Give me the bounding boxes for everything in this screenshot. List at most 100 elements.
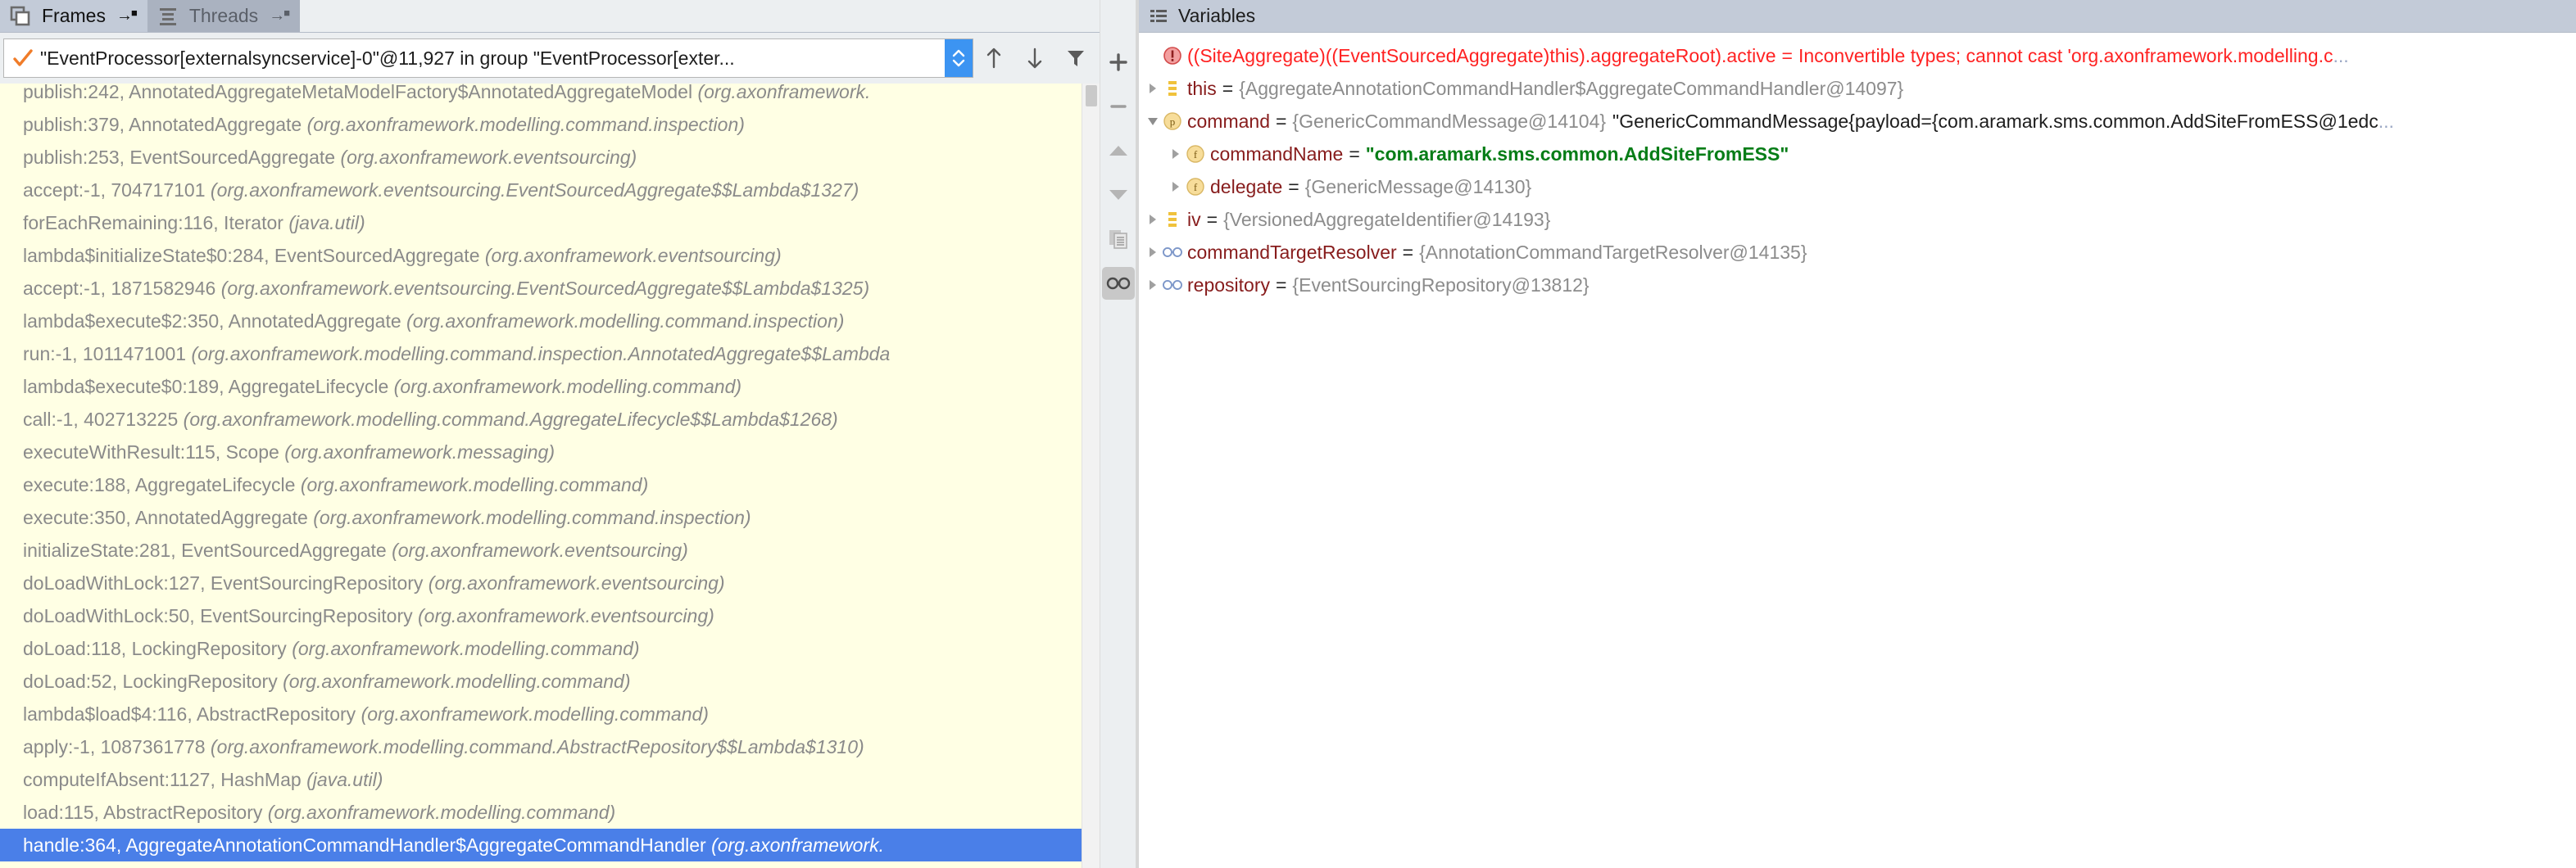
frame-row[interactable]: computeIfAbsent:1127, HashMap (java.util… — [0, 763, 1082, 796]
frame-row[interactable]: execute:188, AggregateLifecycle (org.axo… — [0, 468, 1082, 501]
frames-list[interactable]: publish:242, AnnotatedAggregateMetaModel… — [0, 84, 1082, 868]
frame-method: handle:364, AggregateAnnotationCommandHa… — [23, 834, 712, 856]
frame-row[interactable]: publish:242, AnnotatedAggregateMetaModel… — [0, 84, 1082, 108]
variable-name: repository — [1187, 274, 1270, 296]
variable-name: command — [1187, 111, 1270, 132]
frame-row[interactable]: forEachRemaining:116, Iterator (java.uti… — [0, 206, 1082, 239]
frame-package: (org.axonframework.modelling.command.ins… — [306, 114, 745, 135]
frame-method: load:115, AbstractRepository — [23, 802, 268, 823]
error-message: Inconvertible types; cannot cast 'org.ax… — [1798, 45, 2333, 66]
variable-row-error[interactable]: ((SiteAggregate)((EventSourcedAggregate)… — [1139, 39, 2576, 72]
frame-method: call:-1, 402713225 — [23, 409, 184, 430]
variable-row[interactable]: p command = {GenericCommandMessage@14104} "G… — [1139, 105, 2576, 138]
error-expression: ((SiteAggregate)((EventSourcedAggregate)… — [1187, 45, 1776, 66]
move-watch-up-button[interactable] — [1102, 134, 1135, 167]
move-down-button[interactable] — [1014, 38, 1055, 79]
frame-method: lambda$execute$0:189, AggregateLifecycle — [23, 376, 394, 397]
remove-watch-button[interactable] — [1102, 90, 1135, 123]
frame-method: doLoadWithLock:50, EventSourcingReposito… — [23, 605, 419, 626]
variables-tree[interactable]: ((SiteAggregate)((EventSourcedAggregate)… — [1139, 33, 2576, 868]
chevron-right-icon[interactable] — [1167, 138, 1185, 170]
chevron-updown-icon[interactable] — [945, 39, 973, 77]
frame-row[interactable]: executeWithResult:115, Scope (org.axonfr… — [0, 436, 1082, 468]
toggle-watches-button[interactable] — [1101, 267, 1135, 300]
frame-row[interactable]: doLoad:52, LockingRepository (org.axonfr… — [0, 665, 1082, 698]
tab-frames-pin-icon[interactable]: →■ — [116, 7, 138, 25]
frame-row[interactable]: publish:379, AnnotatedAggregate (org.axo… — [0, 108, 1082, 141]
frame-row[interactable]: initializeState:281, EventSourcedAggrega… — [0, 534, 1082, 567]
tab-strip-filler — [300, 0, 1100, 32]
variable-row[interactable]: this = {AggregateAnnotationCommandHandler$… — [1139, 72, 2576, 105]
frame-row[interactable]: execute:350, AnnotatedAggregate (org.axo… — [0, 501, 1082, 534]
frame-row[interactable]: lambda$load$4:116, AbstractRepository (o… — [0, 698, 1082, 730]
filter-button[interactable] — [1055, 38, 1096, 79]
variable-row[interactable]: f delegate = {GenericMessage@14130} — [1139, 170, 2576, 203]
frame-method: forEachRemaining:116, Iterator — [23, 212, 289, 233]
tab-frames[interactable]: Frames →■ — [0, 0, 147, 32]
frame-package: (java.util) — [306, 769, 383, 790]
frame-row-selected[interactable]: handle:364, AggregateAnnotationCommandHa… — [0, 829, 1082, 861]
variable-row[interactable]: iv = {VersionedAggregateIdentifier@14193} — [1139, 203, 2576, 236]
variable-name: iv — [1187, 209, 1201, 230]
tab-threads[interactable]: Threads →■ — [147, 0, 301, 32]
move-watch-down-button[interactable] — [1102, 179, 1135, 211]
frame-package: (org.axonframework.modelling.command.ins… — [406, 310, 845, 332]
frame-package: (org.axonframework.eventsourcing) — [418, 605, 714, 626]
variable-row[interactable]: f commandName = "com.aramark.sms.common.Add… — [1139, 138, 2576, 170]
frame-row[interactable]: handle:350, AggregateAnnotationCommandHa… — [0, 861, 1082, 868]
frames-scrollbar-thumb[interactable] — [1086, 85, 1097, 106]
chevron-right-icon[interactable] — [1144, 236, 1162, 269]
frame-row[interactable]: doLoadWithLock:127, EventSourcingReposit… — [0, 567, 1082, 599]
error-icon — [1162, 39, 1183, 72]
frame-row[interactable]: publish:253, EventSourcedAggregate (org.… — [0, 141, 1082, 174]
frame-package: (org.axonframework. — [697, 84, 871, 102]
move-up-button[interactable] — [973, 38, 1014, 79]
add-watch-button[interactable] — [1102, 46, 1135, 79]
tab-threads-pin-icon[interactable]: →■ — [269, 7, 290, 25]
svg-text:f: f — [1194, 181, 1198, 193]
frames-scrollbar[interactable] — [1082, 84, 1100, 868]
frame-package: (org.axonframework.modelling.command) — [267, 802, 616, 823]
frame-package: (org.axonframework.modelling.command.Abs… — [210, 736, 864, 757]
frame-method: publish:253, EventSourcedAggregate — [23, 147, 341, 168]
threads-icon — [157, 6, 179, 27]
frame-method: executeWithResult:115, Scope — [23, 441, 285, 463]
thread-selector[interactable]: "EventProcessor[externalsyncservice]-0"@… — [3, 38, 973, 78]
frame-row[interactable]: doLoad:118, LockingRepository (org.axonf… — [0, 632, 1082, 665]
frame-package: (org.axonframework.modelling.command) — [300, 474, 649, 495]
variable-value: {AggregateAnnotationCommandHandler$Aggre… — [1239, 78, 1904, 99]
frame-method: lambda$execute$2:350, AnnotatedAggregate — [23, 310, 407, 332]
frame-row[interactable]: lambda$execute$0:189, AggregateLifecycle… — [0, 370, 1082, 403]
frame-row[interactable]: lambda$execute$2:350, AnnotatedAggregate… — [0, 305, 1082, 337]
variable-row[interactable]: commandTargetResolver = {AnnotationCommand… — [1139, 236, 2576, 269]
equals-sign: = — [1275, 274, 1287, 296]
copy-value-button[interactable] — [1102, 223, 1135, 255]
frame-package: (org.axonframework.modelling.command) — [393, 376, 742, 397]
frame-method: publish:242, AnnotatedAggregateMetaModel… — [23, 84, 698, 102]
frame-row[interactable]: run:-1, 1011471001 (org.axonframework.mo… — [0, 337, 1082, 370]
chevron-right-icon[interactable] — [1144, 72, 1162, 105]
frame-row[interactable]: load:115, AbstractRepository (org.axonfr… — [0, 796, 1082, 829]
frame-row[interactable]: lambda$initializeState$0:284, EventSourc… — [0, 239, 1082, 272]
copy-icon — [1108, 228, 1129, 250]
debugger-window: Frames →■ Threads →■ "EventProcessor[ext… — [0, 0, 2576, 868]
chevron-down-icon[interactable] — [1144, 105, 1162, 138]
equals-sign: = — [1349, 143, 1360, 165]
frame-package: (org.axonframework.eventsourcing) — [484, 245, 782, 266]
frame-package: (org.axonframework.modelling.command.Agg… — [183, 409, 838, 430]
frame-row[interactable]: accept:-1, 1871582946 (org.axonframework… — [0, 272, 1082, 305]
frames-panel: Frames →■ Threads →■ "EventProcessor[ext… — [0, 0, 1100, 868]
frame-row[interactable]: doLoadWithLock:50, EventSourcingReposito… — [0, 599, 1082, 632]
frame-row[interactable]: accept:-1, 704717101 (org.axonframework.… — [0, 174, 1082, 206]
frame-row[interactable]: call:-1, 402713225 (org.axonframework.mo… — [0, 403, 1082, 436]
triangle-down-icon — [1108, 187, 1129, 203]
chevron-right-icon[interactable] — [1167, 170, 1185, 203]
variable-row[interactable]: repository = {EventSourcingRepository@1381… — [1139, 269, 2576, 301]
frames-list-container: publish:242, AnnotatedAggregateMetaModel… — [0, 84, 1100, 868]
frame-row[interactable]: apply:-1, 1087361778 (org.axonframework.… — [0, 730, 1082, 763]
chevron-right-icon[interactable] — [1144, 203, 1162, 236]
frame-method: lambda$initializeState$0:284, EventSourc… — [23, 245, 485, 266]
equals-sign: = — [1288, 176, 1299, 197]
chevron-right-icon[interactable] — [1144, 269, 1162, 301]
